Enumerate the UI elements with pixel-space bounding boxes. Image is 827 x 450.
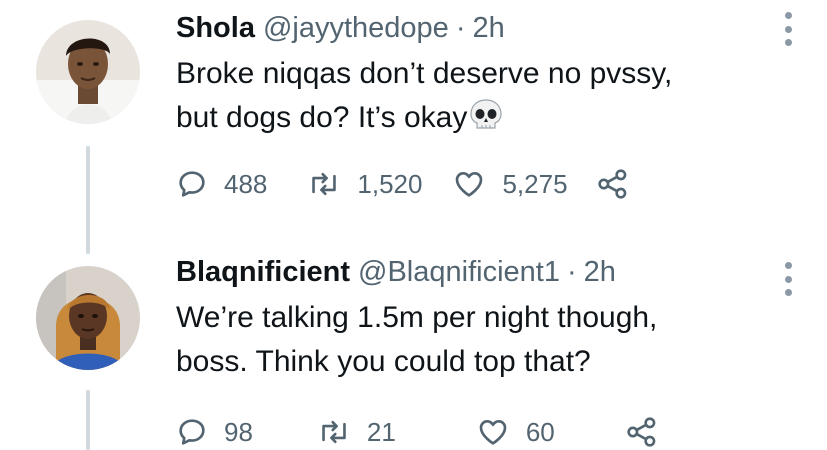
share-button[interactable] bbox=[596, 168, 630, 200]
retweet-icon bbox=[322, 420, 346, 444]
username-handle[interactable]: @Blaqnificient1 bbox=[358, 254, 560, 290]
tweet-header: Blaqnificient @Blaqnificient1 · 2h bbox=[176, 254, 767, 290]
more-icon bbox=[784, 262, 792, 269]
tweet-content: Shola @jayythedope · 2h Broke niqqas don… bbox=[176, 10, 767, 144]
retweet-icon bbox=[312, 172, 337, 196]
retweet-count: 21 bbox=[366, 416, 396, 447]
separator-dot: · bbox=[566, 256, 577, 288]
share-button[interactable] bbox=[625, 416, 659, 448]
share-icon bbox=[627, 417, 656, 447]
tweet-text: We’re talking 1.5m per night though, bos… bbox=[176, 296, 767, 384]
more-options-button[interactable] bbox=[783, 12, 793, 46]
heart-icon bbox=[479, 420, 507, 445]
timestamp[interactable]: 2h bbox=[472, 10, 504, 46]
timestamp[interactable]: 2h bbox=[584, 254, 616, 290]
action-bar: 488 1,520 5,275 bbox=[176, 164, 630, 204]
thread-line bbox=[86, 146, 90, 254]
display-name[interactable]: Blaqnificient bbox=[176, 254, 350, 290]
tweet-content: Blaqnificient @Blaqnificient1 · 2h We’re… bbox=[176, 254, 767, 384]
like-button[interactable]: 5,275 bbox=[452, 168, 568, 200]
more-options-button[interactable] bbox=[783, 262, 793, 296]
thread-line bbox=[86, 390, 90, 450]
tweet[interactable]: Shola @jayythedope · 2h Broke niqqas don… bbox=[0, 0, 827, 254]
like-button[interactable]: 60 bbox=[476, 416, 555, 448]
reply-icon bbox=[179, 419, 205, 445]
avatar[interactable] bbox=[36, 266, 140, 370]
retweet-count: 1,520 bbox=[357, 168, 423, 199]
display-name[interactable]: Shola bbox=[176, 10, 255, 46]
action-bar: 98 21 60 bbox=[176, 412, 659, 450]
heart-icon bbox=[456, 172, 483, 197]
reply-count: 98 bbox=[224, 416, 253, 447]
reply-icon bbox=[179, 171, 205, 197]
tweet-thread: Shola @jayythedope · 2h Broke niqqas don… bbox=[0, 0, 827, 450]
tweet-text: Broke niqqas don’t deserve no pvssy, but… bbox=[176, 52, 767, 144]
tweet-text-line: but dogs do? It’s okay bbox=[176, 101, 468, 134]
separator-dot: · bbox=[455, 12, 466, 44]
more-icon bbox=[784, 12, 792, 19]
tweet-header: Shola @jayythedope · 2h bbox=[176, 10, 767, 46]
like-count: 5,275 bbox=[502, 168, 568, 199]
reply-button[interactable]: 98 bbox=[176, 416, 253, 448]
like-count: 60 bbox=[525, 416, 555, 447]
share-icon bbox=[597, 169, 626, 199]
reply-button[interactable]: 488 bbox=[176, 168, 267, 200]
tweet-text-line: We’re talking 1.5m per night though, bbox=[176, 301, 658, 334]
skull-emoji bbox=[469, 99, 503, 144]
tweet-text-line: boss. Think you could top that? bbox=[176, 345, 591, 378]
reply-count: 488 bbox=[224, 168, 268, 199]
username-handle[interactable]: @jayythedope bbox=[263, 10, 449, 46]
tweet[interactable]: Blaqnificient @Blaqnificient1 · 2h We’re… bbox=[0, 240, 827, 450]
tweet-text-line: Broke niqqas don’t deserve no pvssy, bbox=[176, 57, 673, 90]
retweet-button[interactable]: 21 bbox=[317, 416, 396, 448]
avatar[interactable] bbox=[36, 20, 140, 124]
retweet-button[interactable]: 1,520 bbox=[307, 168, 422, 200]
